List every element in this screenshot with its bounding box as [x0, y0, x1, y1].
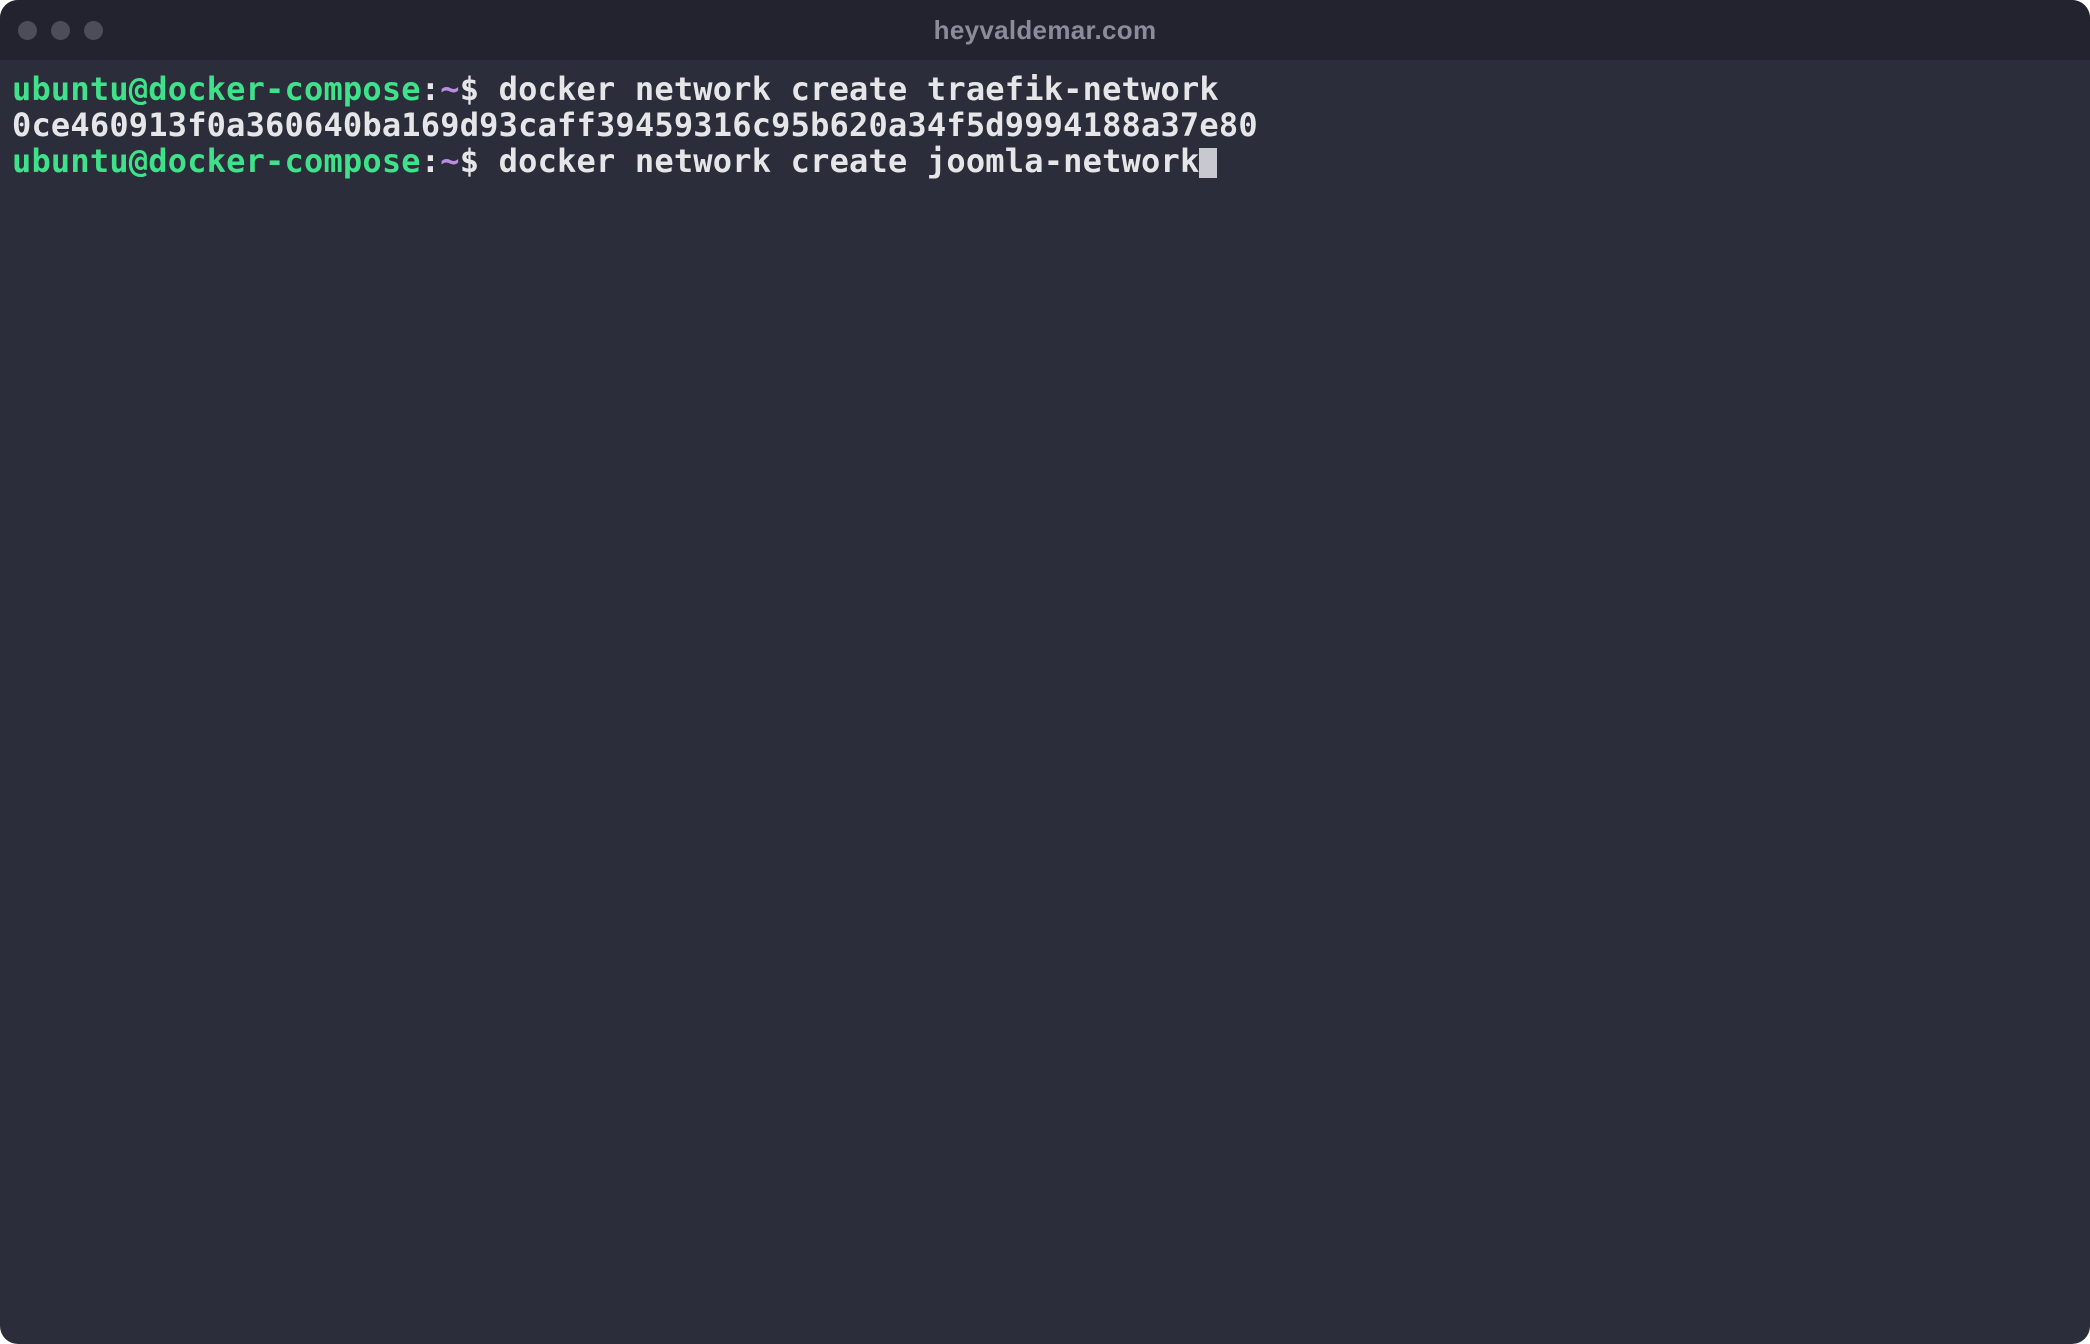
terminal-line: ubuntu@docker-compose:~$ docker network … — [12, 72, 2078, 108]
title-bar: heyvaldemar.com — [0, 0, 2090, 60]
prompt-colon: : — [421, 70, 440, 108]
close-icon[interactable] — [18, 21, 37, 40]
prompt-user-host: ubuntu@docker-compose — [12, 142, 421, 180]
terminal-line: 0ce460913f0a360640ba169d93caff39459316c9… — [12, 108, 2078, 144]
output-text: 0ce460913f0a360640ba169d93caff39459316c9… — [12, 106, 1258, 144]
command-text: docker network create joomla-network — [479, 142, 1199, 180]
terminal-window: heyvaldemar.com ubuntu@docker-compose:~$… — [0, 0, 2090, 1344]
maximize-icon[interactable] — [84, 21, 103, 40]
prompt-dollar: $ — [460, 142, 479, 180]
prompt-path: ~ — [440, 142, 459, 180]
prompt-user-host: ubuntu@docker-compose — [12, 70, 421, 108]
terminal-body[interactable]: ubuntu@docker-compose:~$ docker network … — [0, 60, 2090, 1344]
prompt-colon: : — [421, 142, 440, 180]
prompt-dollar: $ — [460, 70, 479, 108]
traffic-lights — [18, 21, 103, 40]
window-title: heyvaldemar.com — [934, 15, 1157, 46]
cursor-icon — [1199, 148, 1217, 178]
terminal-line: ubuntu@docker-compose:~$ docker network … — [12, 144, 2078, 180]
command-text: docker network create traefik-network — [479, 70, 1219, 108]
minimize-icon[interactable] — [51, 21, 70, 40]
prompt-path: ~ — [440, 70, 459, 108]
